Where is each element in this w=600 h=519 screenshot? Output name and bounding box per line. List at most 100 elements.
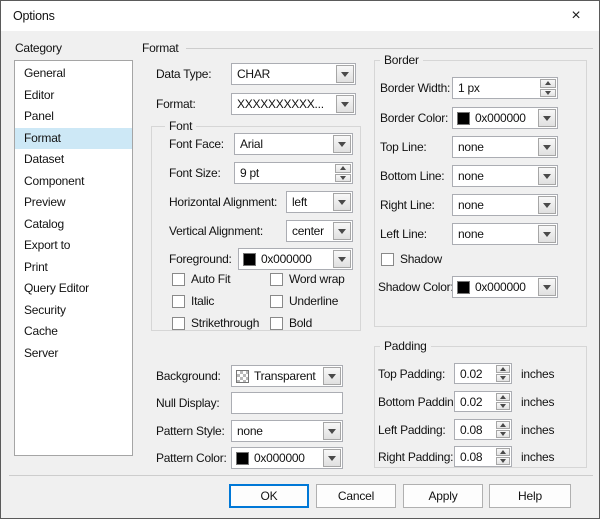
- pattern-color-select[interactable]: 0x000000: [231, 447, 343, 469]
- sidebar-item-security[interactable]: Security: [15, 300, 132, 322]
- arrow-up-icon[interactable]: [540, 79, 556, 88]
- shadow-color-select[interactable]: 0x000000: [452, 276, 558, 298]
- right-padding-stepper[interactable]: 0.08: [454, 446, 512, 467]
- vertical-alignment-select[interactable]: center: [286, 220, 353, 242]
- sidebar-item-preview[interactable]: Preview: [15, 192, 132, 214]
- apply-button[interactable]: Apply: [403, 484, 483, 508]
- underline-checkbox[interactable]: Underline: [270, 293, 338, 309]
- chevron-down-icon[interactable]: [333, 250, 351, 268]
- bottom-line-select[interactable]: none: [452, 165, 558, 187]
- color-swatch: [457, 280, 470, 294]
- chevron-down-icon[interactable]: [538, 225, 556, 243]
- bottom-line-label: Bottom Line:: [380, 169, 445, 183]
- chevron-down-icon[interactable]: [336, 95, 354, 113]
- format-select[interactable]: XXXXXXXXXX...: [231, 93, 356, 115]
- checkbox-label: Shadow: [400, 252, 442, 266]
- chevron-down-icon[interactable]: [323, 449, 341, 467]
- top-padding-stepper[interactable]: 0.02: [454, 363, 512, 384]
- ok-button[interactable]: OK: [229, 484, 309, 508]
- sidebar-item-print[interactable]: Print: [15, 257, 132, 279]
- null-display-input[interactable]: [231, 392, 343, 414]
- chevron-down-icon[interactable]: [336, 65, 354, 83]
- pattern-style-label: Pattern Style:: [156, 424, 225, 438]
- sidebar-item-dataset[interactable]: Dataset: [15, 149, 132, 171]
- close-icon[interactable]: ×: [555, 1, 597, 31]
- right-padding-label: Right Padding:: [378, 450, 454, 464]
- arrow-up-icon[interactable]: [335, 164, 351, 173]
- bottom-padding-value: 0.02: [460, 394, 483, 409]
- foreground-color-select[interactable]: 0x000000: [238, 248, 353, 270]
- chevron-down-icon[interactable]: [323, 422, 341, 440]
- arrow-down-icon[interactable]: [335, 173, 351, 182]
- checkbox-label: Auto Fit: [191, 272, 231, 286]
- shadow-checkbox[interactable]: Shadow: [381, 251, 442, 267]
- arrow-down-icon[interactable]: [496, 430, 510, 438]
- arrow-down-icon[interactable]: [496, 457, 510, 465]
- bottom-padding-label: Bottom Padding:: [378, 395, 463, 409]
- cancel-button[interactable]: Cancel: [316, 484, 396, 508]
- border-color-value: 0x000000: [475, 111, 526, 125]
- arrow-up-icon[interactable]: [496, 448, 510, 456]
- arrow-down-icon[interactable]: [540, 88, 556, 97]
- chevron-down-icon[interactable]: [538, 196, 556, 214]
- horizontal-alignment-select[interactable]: left: [286, 191, 353, 213]
- chevron-down-icon[interactable]: [323, 367, 341, 385]
- chevron-down-icon[interactable]: [538, 138, 556, 156]
- data-type-select[interactable]: CHAR: [231, 63, 356, 85]
- italic-checkbox[interactable]: Italic: [172, 293, 214, 309]
- border-width-stepper[interactable]: 1 px: [452, 77, 558, 99]
- horizontal-alignment-label: Horizontal Alignment:: [169, 195, 278, 209]
- bottom-padding-stepper[interactable]: 0.02: [454, 391, 512, 412]
- checkbox-box: [172, 272, 185, 286]
- sidebar-item-query-editor[interactable]: Query Editor: [15, 278, 132, 300]
- chevron-down-icon[interactable]: [333, 193, 351, 211]
- word-wrap-checkbox[interactable]: Word wrap: [270, 271, 345, 287]
- arrow-down-icon[interactable]: [496, 402, 510, 410]
- font-size-stepper[interactable]: 9 pt: [234, 162, 353, 184]
- window-title: Options: [13, 9, 55, 23]
- shadow-color-value: 0x000000: [475, 280, 526, 294]
- checkbox-box: [270, 272, 283, 286]
- border-width-value: 1 px: [458, 81, 480, 95]
- arrow-up-icon[interactable]: [496, 421, 510, 429]
- chevron-down-icon[interactable]: [538, 278, 556, 296]
- left-line-select[interactable]: none: [452, 223, 558, 245]
- arrow-down-icon[interactable]: [496, 374, 510, 382]
- chevron-down-icon[interactable]: [333, 222, 351, 240]
- section-divider: [186, 48, 593, 49]
- strikethrough-checkbox[interactable]: Strikethrough: [172, 315, 259, 331]
- chevron-down-icon[interactable]: [538, 109, 556, 127]
- color-swatch: [236, 451, 249, 465]
- arrow-up-icon[interactable]: [496, 393, 510, 401]
- color-swatch: [457, 111, 470, 125]
- font-face-select[interactable]: Arial: [234, 133, 353, 155]
- vertical-alignment-label: Vertical Alignment:: [169, 224, 263, 238]
- sidebar-item-server[interactable]: Server: [15, 343, 132, 365]
- font-group-title: Font: [165, 120, 197, 133]
- sidebar-item-editor[interactable]: Editor: [15, 85, 132, 107]
- font-size-value: 9 pt: [240, 166, 260, 180]
- bold-checkbox[interactable]: Bold: [270, 315, 312, 331]
- chevron-down-icon[interactable]: [333, 135, 351, 153]
- top-line-select[interactable]: none: [452, 136, 558, 158]
- top-line-label: Top Line:: [380, 140, 427, 154]
- right-line-select[interactable]: none: [452, 194, 558, 216]
- sidebar-item-format[interactable]: Format: [15, 127, 132, 149]
- background-select[interactable]: Transparent: [231, 365, 343, 387]
- pattern-style-select[interactable]: none: [231, 420, 343, 442]
- help-button[interactable]: Help: [489, 484, 571, 508]
- auto-fit-checkbox[interactable]: Auto Fit: [172, 271, 231, 287]
- color-swatch: [243, 252, 256, 266]
- sidebar-item-cache[interactable]: Cache: [15, 321, 132, 343]
- sidebar-item-export-to[interactable]: Export to: [15, 235, 132, 257]
- border-color-select[interactable]: 0x000000: [452, 107, 558, 129]
- arrow-up-icon[interactable]: [496, 365, 510, 373]
- checkbox-label: Italic: [191, 294, 215, 308]
- checkbox-label: Word wrap: [289, 272, 345, 286]
- chevron-down-icon[interactable]: [538, 167, 556, 185]
- left-padding-stepper[interactable]: 0.08: [454, 419, 512, 440]
- sidebar-item-component[interactable]: Component: [15, 171, 132, 193]
- sidebar-item-catalog[interactable]: Catalog: [15, 214, 132, 236]
- sidebar-item-general[interactable]: General: [15, 63, 132, 85]
- sidebar-item-panel[interactable]: Panel: [15, 106, 132, 128]
